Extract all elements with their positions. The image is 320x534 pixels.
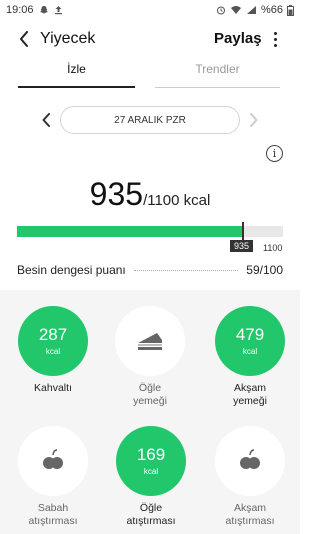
inactive-tab-divider — [155, 87, 280, 88]
meal-ogle-yemegi[interactable]: Öğle yemeği — [100, 306, 200, 408]
upload-icon — [54, 5, 63, 15]
meal-unit: kcal — [242, 347, 258, 356]
meal-label: Sabah atıştırması — [28, 502, 78, 527]
status-time: 19:06 — [6, 4, 34, 16]
meal-ogle-atistirmasi[interactable]: 169 kcal Öğle atıştırması — [101, 426, 201, 528]
meal-circle — [215, 426, 285, 496]
progress-max-label: 1100 — [263, 243, 283, 253]
tab-trendler[interactable]: Trendler — [155, 62, 280, 88]
status-bar: 19:06 %66 — [0, 0, 300, 20]
balance-label: Besin dengesi puanı — [17, 263, 126, 277]
meal-circle: 479 kcal — [215, 306, 285, 376]
previous-day-button[interactable] — [38, 110, 54, 130]
meal-circle — [18, 426, 88, 496]
meal-aksam-atistirmasi[interactable]: Akşam atıştırması — [200, 426, 300, 528]
back-button[interactable] — [14, 28, 34, 50]
progress-badge: 935 — [230, 240, 254, 252]
meal-sabah-atistirmasi[interactable]: Sabah atıştırması — [3, 426, 103, 528]
active-tab-indicator — [18, 86, 135, 88]
meal-kcal: 287 — [38, 325, 68, 344]
info-icon[interactable]: i — [266, 145, 283, 162]
page-title: Yiyecek — [40, 30, 96, 47]
balance-value: 59/100 — [246, 263, 283, 277]
meal-label: Kahvaltı — [34, 382, 72, 394]
snapchat-icon — [39, 5, 49, 15]
meal-circle: 287 kcal — [18, 306, 88, 376]
chevron-left-icon — [42, 113, 50, 127]
app-bar: Yiyecek Paylaş — [0, 22, 300, 56]
meal-unit: kcal — [143, 467, 159, 476]
meal-circle: 169 kcal — [116, 426, 186, 496]
tab-izle[interactable]: İzle — [18, 62, 135, 88]
calories-consumed: 935 — [89, 176, 144, 212]
apple-icon — [240, 449, 260, 469]
sandwich-icon — [138, 333, 162, 350]
next-day-button[interactable] — [246, 110, 262, 130]
status-right: %66 — [216, 4, 294, 16]
meal-circle — [115, 306, 185, 376]
battery-icon — [287, 4, 294, 16]
chevron-right-icon — [250, 113, 258, 127]
meal-unit: kcal — [45, 347, 61, 356]
date-selector: 27 ARALIK PZR — [0, 106, 300, 134]
meals-area: 287 kcal Kahvaltı Öğle yemeği 479 kcal A… — [0, 290, 300, 534]
nutrient-balance-row: Besin dengesi puanı 59/100 — [17, 262, 283, 278]
alarm-icon — [216, 5, 226, 15]
share-button[interactable]: Paylaş — [214, 30, 262, 47]
meal-aksam-yemegi[interactable]: 479 kcal Akşam yemeği — [200, 306, 300, 408]
battery-text: %66 — [260, 4, 283, 16]
meal-kcal: 479 — [235, 325, 265, 344]
meal-kahvalti[interactable]: 287 kcal Kahvaltı — [3, 306, 103, 395]
date-picker[interactable]: 27 ARALIK PZR — [60, 106, 240, 134]
signal-icon — [246, 5, 257, 15]
dotted-leader — [133, 269, 239, 271]
meal-label: Akşam atıştırması — [225, 502, 275, 527]
meal-label: Akşam yemeği — [233, 382, 267, 407]
tab-bar: İzle Trendler — [0, 62, 300, 88]
meal-kcal: 169 — [136, 445, 166, 464]
progress-marker — [242, 222, 244, 240]
calorie-progress-fill — [17, 226, 244, 237]
more-options-icon[interactable] — [268, 29, 282, 49]
meal-label: Öğle yemeği — [133, 382, 167, 407]
calories-target: /1100 kcal — [143, 192, 211, 209]
chevron-left-icon — [20, 31, 28, 47]
wifi-icon — [230, 5, 242, 15]
status-left: 19:06 — [6, 4, 63, 16]
apple-icon — [43, 449, 63, 469]
calorie-summary: 935/1100 kcal — [0, 176, 300, 213]
meal-label: Öğle atıştırması — [126, 502, 176, 527]
